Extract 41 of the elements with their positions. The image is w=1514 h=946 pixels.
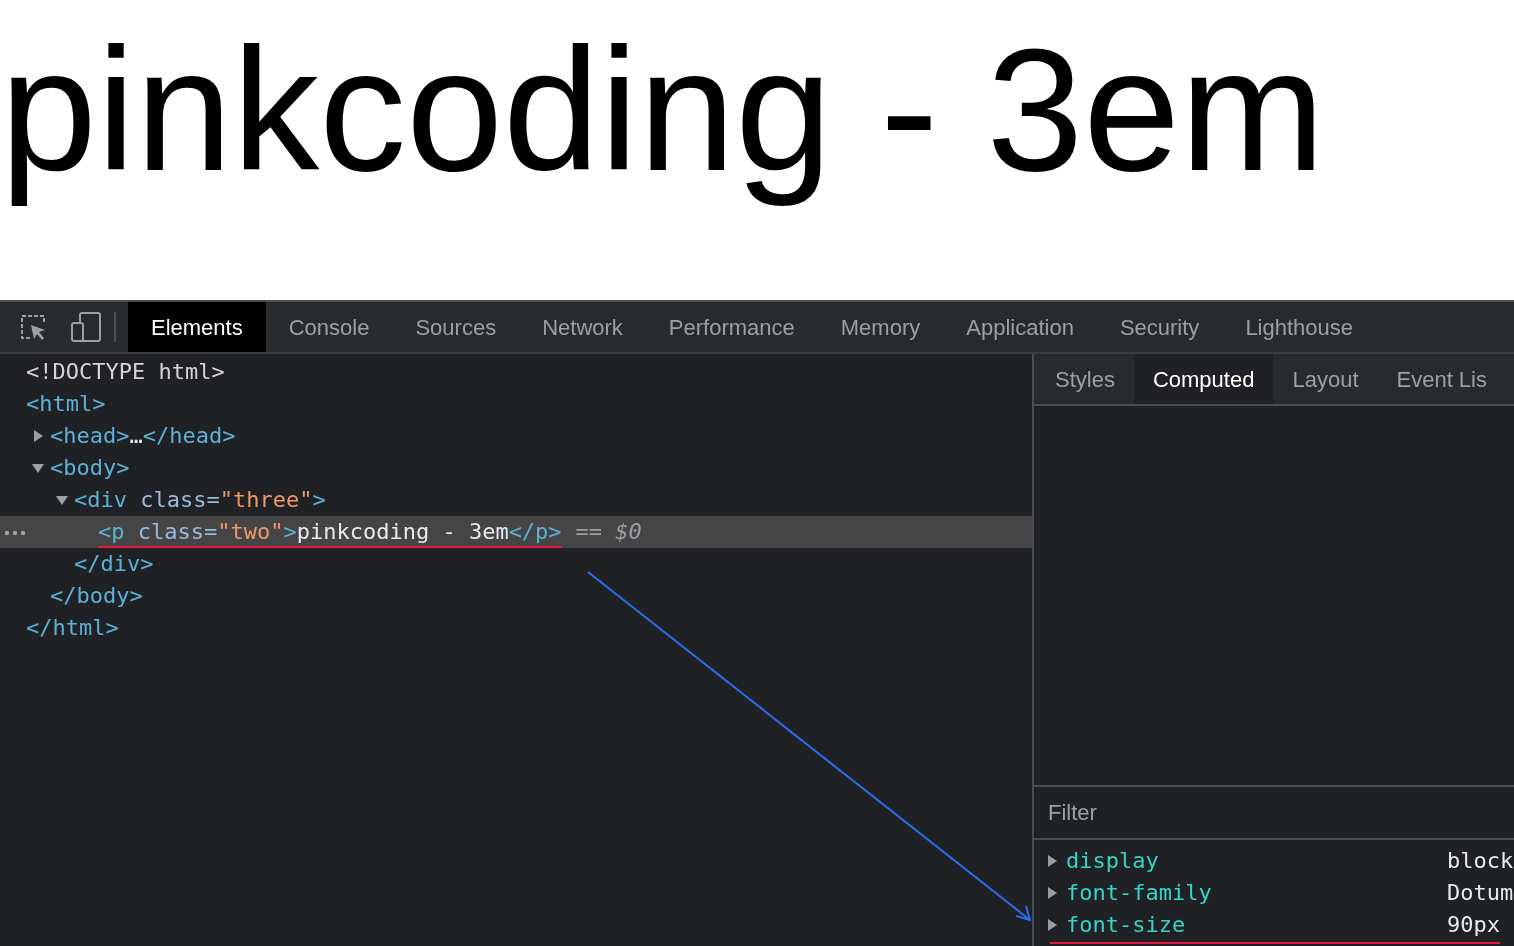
- panel-tab[interactable]: Elements: [128, 302, 266, 352]
- collapse-triangle-icon[interactable]: [56, 494, 68, 506]
- html-code-line: </html>: [26, 614, 119, 642]
- sidebar-tab[interactable]: Event Lis: [1377, 354, 1506, 404]
- property-name: font-size: [1066, 911, 1186, 939]
- page-heading: pinkcoding - 3em: [0, 11, 1326, 209]
- expand-triangle-icon[interactable]: [1046, 855, 1058, 867]
- expand-triangle-icon[interactable]: [1046, 887, 1058, 899]
- property-name: font-family: [1066, 879, 1212, 907]
- html-code-line: <html>: [26, 390, 106, 418]
- html-code-line: </body>: [50, 582, 143, 610]
- panel-tab[interactable]: Performance: [645, 302, 818, 352]
- collapse-triangle-icon[interactable]: [32, 462, 44, 474]
- sidebar-tab[interactable]: Computed: [1133, 354, 1274, 404]
- expand-triangle-icon[interactable]: [32, 430, 44, 442]
- inspect-icon[interactable]: [18, 312, 48, 342]
- more-icon[interactable]: [4, 530, 26, 536]
- expand-triangle-icon[interactable]: [1046, 919, 1058, 931]
- html-code-line: <!DOCTYPE html>: [26, 358, 225, 386]
- panel-tab[interactable]: Network: [519, 302, 646, 352]
- panel-tab[interactable]: Sources: [392, 302, 520, 352]
- selected-node-row[interactable]: <p class="two">pinkcoding - 3em</p> == $0: [0, 516, 1032, 548]
- console-reference: == $0: [575, 519, 642, 544]
- property-value: 90px: [1447, 911, 1500, 939]
- device-toolbar-icon[interactable]: [70, 311, 102, 343]
- panel-tab[interactable]: Lighthouse: [1222, 302, 1377, 352]
- sidebar-tab[interactable]: Styles: [1036, 354, 1134, 404]
- property-value: block: [1447, 847, 1514, 875]
- property-value: Dotum: [1447, 879, 1514, 907]
- panel-tab[interactable]: Application: [943, 302, 1097, 352]
- html-code-line: <div class="three">: [74, 486, 326, 514]
- panel-tab[interactable]: Console: [265, 302, 393, 352]
- html-code-line: </div>: [74, 550, 154, 578]
- panel-tab[interactable]: Security: [1096, 302, 1223, 352]
- filter-field[interactable]: Filter: [1034, 787, 1514, 838]
- html-code-line: <p class="two">pinkcoding - 3em</p> == $0: [98, 516, 642, 548]
- panel-tab[interactable]: Memory: [817, 302, 944, 352]
- html-code-line: <body>: [50, 454, 130, 482]
- property-name: display: [1066, 847, 1159, 875]
- sidebar-tab[interactable]: Layout: [1273, 354, 1378, 404]
- html-code-line: <head>…</head>: [50, 422, 236, 450]
